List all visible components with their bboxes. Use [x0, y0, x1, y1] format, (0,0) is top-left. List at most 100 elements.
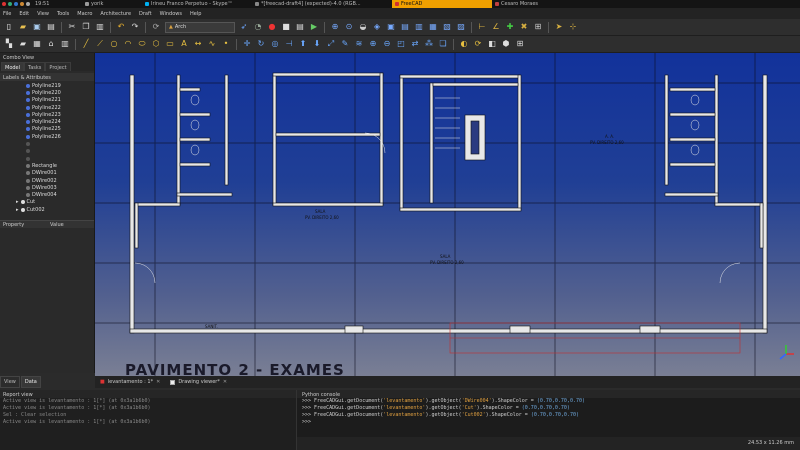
offset-icon[interactable]: ◎ — [270, 39, 280, 49]
draw-style-icon[interactable]: ◒ — [358, 22, 368, 32]
taskbar-window-freecad[interactable]: FreeCAD — [392, 0, 492, 8]
tab-tasks[interactable]: Tasks — [24, 62, 46, 71]
dimension-icon[interactable]: ↔ — [193, 39, 203, 49]
menu-architecture[interactable]: Architecture — [100, 11, 131, 17]
open-folder-icon[interactable]: ▰ — [18, 22, 28, 32]
copy-icon[interactable]: ❐ — [81, 22, 91, 32]
view-iso-icon[interactable]: ◈ — [372, 22, 382, 32]
text-icon[interactable]: A — [179, 39, 189, 49]
shape-2d-view-icon[interactable]: ◰ — [396, 39, 406, 49]
tree-item[interactable]: Polyline226 — [0, 133, 94, 140]
view-left-icon[interactable]: ▨ — [456, 22, 466, 32]
view-rear-icon[interactable]: ▦ — [428, 22, 438, 32]
expand-arrow-icon[interactable]: ▸ — [16, 207, 19, 213]
draft-to-sketch-icon[interactable]: ⇄ — [410, 39, 420, 49]
wire-to-bspline-icon[interactable]: ≋ — [354, 39, 364, 49]
menu-help[interactable]: Help — [190, 11, 201, 17]
menu-macro[interactable]: Macro — [77, 11, 92, 17]
view-bottom-icon[interactable]: ▧ — [442, 22, 452, 32]
3d-view-canvas[interactable]: SANIT. SALA PV. DIREITO 2,60 SALA PV. DI… — [95, 53, 800, 376]
tab-view[interactable]: View — [0, 376, 20, 388]
tree-item[interactable] — [0, 155, 94, 162]
tree-item[interactable]: Polyline220 — [0, 89, 94, 96]
circle-icon[interactable]: ○ — [109, 39, 119, 49]
bspline-icon[interactable]: ∿ — [207, 39, 217, 49]
cut-icon[interactable]: ✂ — [67, 22, 77, 32]
refresh-icon[interactable]: ⟳ — [151, 22, 161, 32]
tree-item[interactable]: Polyline224 — [0, 118, 94, 125]
menu-windows[interactable]: Windows — [160, 11, 182, 17]
view-top-icon[interactable]: ▤ — [400, 22, 410, 32]
draft-arrow-icon[interactable]: ➤ — [554, 22, 564, 32]
line-icon[interactable]: ╱ — [81, 39, 91, 49]
del-point-icon[interactable]: ⊖ — [382, 39, 392, 49]
tree-item[interactable]: Polyline223 — [0, 111, 94, 118]
property-column-header[interactable]: Property — [0, 221, 47, 228]
window-icon[interactable]: ▦ — [32, 39, 42, 49]
tree-item[interactable] — [0, 148, 94, 155]
files-icon[interactable] — [8, 2, 12, 6]
grid-icon[interactable]: ⊞ — [515, 39, 525, 49]
move-icon[interactable]: ✛ — [242, 39, 252, 49]
tab-model[interactable]: Model — [1, 62, 25, 71]
tree-item[interactable]: ▸ Cut — [0, 199, 94, 206]
taskbar-window-skype[interactable]: Irineu Franco Perpetuo - Skype™ — [142, 0, 252, 8]
view-fit-all-icon[interactable]: ⊕ — [330, 22, 340, 32]
settings-icon[interactable] — [26, 2, 30, 6]
record-macro-icon[interactable]: ● — [267, 22, 277, 32]
terminal-icon[interactable] — [20, 2, 24, 6]
rectangle-icon[interactable]: ▭ — [165, 39, 175, 49]
tab-levantamento[interactable]: ■ levantamento : 1* ✕ — [100, 379, 160, 385]
close-icon[interactable]: ✕ — [156, 379, 160, 385]
tree-item[interactable]: Polyline222 — [0, 104, 94, 111]
menu-view[interactable]: View — [37, 11, 49, 17]
menu-file[interactable]: File — [3, 11, 11, 17]
tab-drawing-viewer[interactable]: Drawing viewer* ✕ — [170, 379, 227, 385]
toggle-display-icon[interactable]: ◧ — [487, 39, 497, 49]
tab-project[interactable]: Project — [45, 62, 71, 71]
clone-icon[interactable]: ❏ — [438, 39, 448, 49]
measure-angle-icon[interactable]: ∠ — [491, 22, 501, 32]
print-icon[interactable]: ▤ — [46, 22, 56, 32]
draft-snap-icon[interactable]: ⊹ — [568, 22, 578, 32]
roof-icon[interactable]: ⌂ — [46, 39, 56, 49]
add-point-icon[interactable]: ⊕ — [368, 39, 378, 49]
downgrade-icon[interactable]: ⬇ — [312, 39, 322, 49]
redo-icon[interactable]: ↷ — [130, 22, 140, 32]
app-launcher-icon[interactable] — [2, 2, 6, 6]
rotate-icon[interactable]: ↻ — [256, 39, 266, 49]
expand-arrow-icon[interactable]: ▸ — [16, 199, 19, 205]
arch-check-icon[interactable]: ✚ — [505, 22, 515, 32]
new-document-icon[interactable]: ▯ — [4, 22, 14, 32]
tree-item[interactable]: DWire003 — [0, 184, 94, 191]
scale-icon[interactable]: ⤢ — [326, 39, 336, 49]
polygon-icon[interactable]: ⬡ — [151, 39, 161, 49]
pointer-icon[interactable]: ➶ — [239, 22, 249, 32]
taskbar-window-yorik[interactable]: yorik — [82, 0, 142, 8]
tree-item[interactable]: DWire004 — [0, 191, 94, 198]
paste-icon[interactable]: ▥ — [95, 22, 105, 32]
section-plane-icon[interactable]: ▥ — [60, 39, 70, 49]
tree-item[interactable]: Polyline219 — [0, 82, 94, 89]
tree-item[interactable]: DWire001 — [0, 170, 94, 177]
arc-icon[interactable]: ◠ — [123, 39, 133, 49]
tree-item[interactable]: Polyline221 — [0, 97, 94, 104]
structure-icon[interactable]: ▚ — [4, 39, 14, 49]
point-icon[interactable]: • — [221, 39, 231, 49]
edit-macro-icon[interactable]: ▤ — [295, 22, 305, 32]
run-macro-icon[interactable]: ▶ — [309, 22, 319, 32]
taskbar-window-cesaro[interactable]: Cesaro Moraes — [492, 0, 592, 8]
continue-mode-icon[interactable]: ⟳ — [473, 39, 483, 49]
macro-edit-icon[interactable]: ◔ — [253, 22, 263, 32]
view-right-icon[interactable]: ▥ — [414, 22, 424, 32]
view-front-icon[interactable]: ▣ — [386, 22, 396, 32]
measure-icon[interactable]: ⊢ — [477, 22, 487, 32]
view-fit-selection-icon[interactable]: ⊙ — [344, 22, 354, 32]
wire-icon[interactable]: ⟋ — [95, 39, 105, 49]
construction-mode-icon[interactable]: ◐ — [459, 39, 469, 49]
trim-icon[interactable]: ⊣ — [284, 39, 294, 49]
menu-draft[interactable]: Draft — [139, 11, 152, 17]
value-column-header[interactable]: Value — [47, 221, 94, 228]
menu-tools[interactable]: Tools — [57, 11, 69, 17]
tree-item[interactable]: Polyline225 — [0, 126, 94, 133]
